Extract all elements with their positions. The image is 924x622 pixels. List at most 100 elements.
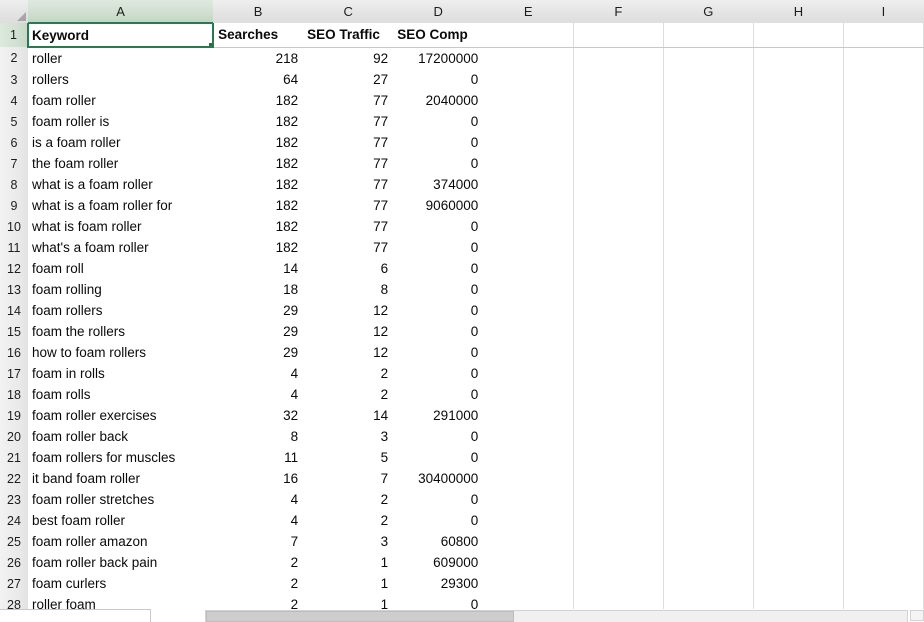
cell-F13[interactable] <box>573 279 664 300</box>
cell-I24[interactable] <box>843 510 924 531</box>
cell-C7[interactable]: 77 <box>303 153 394 174</box>
cell-D17[interactable]: 0 <box>393 363 484 384</box>
cell-F2[interactable] <box>573 47 664 69</box>
cell-H25[interactable] <box>753 531 844 552</box>
cell-F8[interactable] <box>573 174 664 195</box>
column-header-g[interactable]: G <box>663 0 754 23</box>
cell-C15[interactable]: 12 <box>303 321 394 342</box>
cell-I19[interactable] <box>843 405 924 426</box>
row-header-20[interactable]: 20 <box>0 426 28 447</box>
cell-H27[interactable] <box>753 573 844 594</box>
cell-D27[interactable]: 29300 <box>393 573 484 594</box>
cell-B5[interactable]: 182 <box>213 111 304 132</box>
sheet-tab-strip[interactable] <box>0 609 151 622</box>
cell-F19[interactable] <box>573 405 664 426</box>
cell-C1[interactable]: SEO Traffic <box>303 23 394 48</box>
cell-C24[interactable]: 2 <box>303 510 394 531</box>
cell-E8[interactable] <box>483 174 574 195</box>
row-header-27[interactable]: 27 <box>0 573 28 594</box>
cell-A9[interactable]: what is a foam roller for <box>28 195 214 216</box>
cell-F25[interactable] <box>573 531 664 552</box>
cell-G11[interactable] <box>663 237 754 258</box>
cell-D11[interactable]: 0 <box>393 237 484 258</box>
cell-B10[interactable]: 182 <box>213 216 304 237</box>
scrollbar-end-box[interactable] <box>910 610 924 621</box>
cell-F12[interactable] <box>573 258 664 279</box>
cell-E27[interactable] <box>483 573 574 594</box>
cell-G18[interactable] <box>663 384 754 405</box>
cell-B3[interactable]: 64 <box>213 69 304 90</box>
cell-F14[interactable] <box>573 300 664 321</box>
cell-G6[interactable] <box>663 132 754 153</box>
cell-A7[interactable]: the foam roller <box>28 153 214 174</box>
cell-A13[interactable]: foam rolling <box>28 279 214 300</box>
cell-A17[interactable]: foam in rolls <box>28 363 214 384</box>
cell-F27[interactable] <box>573 573 664 594</box>
cell-H4[interactable] <box>753 90 844 111</box>
cell-G2[interactable] <box>663 47 754 69</box>
row-header-4[interactable]: 4 <box>0 90 28 111</box>
cell-E11[interactable] <box>483 237 574 258</box>
cell-D5[interactable]: 0 <box>393 111 484 132</box>
row-header-25[interactable]: 25 <box>0 531 28 552</box>
cell-E3[interactable] <box>483 69 574 90</box>
cell-A5[interactable]: foam roller is <box>28 111 214 132</box>
cell-H1[interactable] <box>753 23 844 48</box>
cell-D20[interactable]: 0 <box>393 426 484 447</box>
cell-I10[interactable] <box>843 216 924 237</box>
cell-E15[interactable] <box>483 321 574 342</box>
row-header-23[interactable]: 23 <box>0 489 28 510</box>
row-header-10[interactable]: 10 <box>0 216 28 237</box>
cell-I7[interactable] <box>843 153 924 174</box>
cell-B16[interactable]: 29 <box>213 342 304 363</box>
cell-E14[interactable] <box>483 300 574 321</box>
cell-I23[interactable] <box>843 489 924 510</box>
row-header-13[interactable]: 13 <box>0 279 28 300</box>
cell-D18[interactable]: 0 <box>393 384 484 405</box>
cell-H14[interactable] <box>753 300 844 321</box>
cell-B15[interactable]: 29 <box>213 321 304 342</box>
cell-F5[interactable] <box>573 111 664 132</box>
cell-G20[interactable] <box>663 426 754 447</box>
cell-F3[interactable] <box>573 69 664 90</box>
cell-D25[interactable]: 60800 <box>393 531 484 552</box>
cell-B4[interactable]: 182 <box>213 90 304 111</box>
cell-C21[interactable]: 5 <box>303 447 394 468</box>
cell-B24[interactable]: 4 <box>213 510 304 531</box>
cell-H20[interactable] <box>753 426 844 447</box>
column-header-b[interactable]: B <box>213 0 304 23</box>
cell-B6[interactable]: 182 <box>213 132 304 153</box>
cell-H19[interactable] <box>753 405 844 426</box>
cell-B19[interactable]: 32 <box>213 405 304 426</box>
cell-B8[interactable]: 182 <box>213 174 304 195</box>
cell-A1[interactable]: Keyword <box>26 22 215 48</box>
cell-G9[interactable] <box>663 195 754 216</box>
column-header-a[interactable]: A <box>28 0 214 24</box>
cell-B23[interactable]: 4 <box>213 489 304 510</box>
cell-F6[interactable] <box>573 132 664 153</box>
row-header-7[interactable]: 7 <box>0 153 28 174</box>
cell-H6[interactable] <box>753 132 844 153</box>
row-header-24[interactable]: 24 <box>0 510 28 531</box>
cell-E4[interactable] <box>483 90 574 111</box>
cell-F9[interactable] <box>573 195 664 216</box>
cell-F15[interactable] <box>573 321 664 342</box>
cell-H23[interactable] <box>753 489 844 510</box>
cell-F23[interactable] <box>573 489 664 510</box>
cell-C16[interactable]: 12 <box>303 342 394 363</box>
cell-D12[interactable]: 0 <box>393 258 484 279</box>
cell-H22[interactable] <box>753 468 844 489</box>
cell-G24[interactable] <box>663 510 754 531</box>
cell-C26[interactable]: 1 <box>303 552 394 573</box>
cell-A25[interactable]: foam roller amazon <box>28 531 214 552</box>
row-header-3[interactable]: 3 <box>0 69 28 90</box>
column-header-d[interactable]: D <box>393 0 484 23</box>
cell-F11[interactable] <box>573 237 664 258</box>
cell-C13[interactable]: 8 <box>303 279 394 300</box>
cell-A16[interactable]: how to foam rollers <box>28 342 214 363</box>
cell-G12[interactable] <box>663 258 754 279</box>
cell-B11[interactable]: 182 <box>213 237 304 258</box>
cell-A8[interactable]: what is a foam roller <box>28 174 214 195</box>
cell-B20[interactable]: 8 <box>213 426 304 447</box>
cell-A10[interactable]: what is foam roller <box>28 216 214 237</box>
